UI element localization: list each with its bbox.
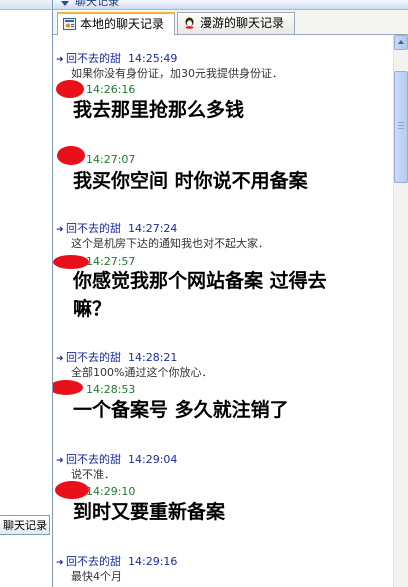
message-time: 14:26:16: [86, 83, 136, 96]
incoming-arrow-icon: ➜: [56, 225, 64, 235]
grip-line: [398, 128, 404, 129]
tab-local-history-label: 本地的聊天记录: [80, 17, 165, 31]
message-text: 最快4个月: [71, 570, 122, 583]
collapse-arrow-icon[interactable]: [61, 1, 69, 6]
redacted-name: [55, 481, 89, 499]
roaming-history-icon: [185, 17, 194, 29]
message-text: 说不准．: [71, 468, 115, 481]
incoming-arrow-icon: ➜: [56, 354, 64, 364]
message-time: 14:28:21: [128, 351, 178, 364]
message-time: 14:29:04: [128, 453, 178, 466]
sender-name: 回不去的甜: [66, 453, 121, 466]
incoming-arrow-icon: ➜: [56, 558, 64, 568]
qq-chat-history-window: 聊天记录 聊天记录 本地的聊天记录 漫游的聊天记录 ➜ 回不去的甜 14:25:…: [0, 0, 408, 587]
message-text: 你感觉我那个网站备案 过得去: [73, 270, 327, 292]
redacted-name: [53, 380, 83, 395]
local-history-icon: [63, 18, 76, 30]
message-text: 到时又要重新备案: [73, 501, 226, 523]
message-time: 14:27:57: [86, 255, 136, 268]
message-text-continued: 嘛？: [73, 298, 112, 320]
message-header: ➜ 回不去的甜 14:29:04: [56, 453, 177, 466]
message-time: 14:27:07: [86, 153, 136, 166]
message-header: ➜ 回不去的甜 14:28:21: [56, 351, 177, 364]
chat-history-button[interactable]: 聊天记录: [0, 515, 50, 535]
history-tabs: 本地的聊天记录 漫游的聊天记录: [53, 10, 408, 35]
message-header: ➜ 回不去的甜 14:25:49: [56, 52, 177, 65]
grip-line: [398, 125, 404, 126]
sender-name: 回不去的甜: [66, 351, 121, 364]
message-text: 我去那里抢那么多钱: [73, 99, 245, 121]
sender-name: 回不去的甜: [66, 222, 121, 235]
sender-name: 回不去的甜: [66, 52, 121, 65]
message-time: 14:29:10: [86, 485, 136, 498]
redacted-name: [57, 146, 85, 165]
tab-roaming-history-label: 漫游的聊天记录: [200, 16, 285, 30]
incoming-arrow-icon: ➜: [56, 55, 64, 65]
chat-log[interactable]: ➜ 回不去的甜 14:25:49 如果你没有身份证，加30元我提供身份证． 14:…: [53, 35, 393, 587]
message-time: 14:25:49: [128, 52, 178, 65]
message-text: 我买你空间 时你说不用备案: [73, 170, 308, 192]
scroll-thumb[interactable]: [394, 71, 408, 183]
incoming-arrow-icon: ➜: [56, 456, 64, 466]
panel-header[interactable]: 聊天记录: [53, 0, 408, 10]
tab-local-history[interactable]: 本地的聊天记录: [57, 12, 175, 35]
vertical-scrollbar[interactable]: [393, 35, 408, 587]
grip-line: [398, 122, 404, 123]
redacted-name: [53, 255, 89, 269]
message-time: 14:28:53: [86, 383, 136, 396]
message-text: 这个是机房下达的通知我也对不起大家．: [71, 237, 269, 250]
sender-name: 回不去的甜: [66, 555, 121, 568]
message-header: ➜ 回不去的甜 14:27:24: [56, 222, 177, 235]
redacted-name: [56, 80, 84, 98]
scroll-up-button[interactable]: [394, 35, 408, 50]
chat-history-panel: 聊天记录 本地的聊天记录 漫游的聊天记录 ➜ 回不去的甜 14:25:49 如果…: [53, 0, 408, 587]
tab-roaming-history[interactable]: 漫游的聊天记录: [177, 12, 295, 34]
message-time: 14:27:24: [128, 222, 178, 235]
message-header: ➜ 回不去的甜 14:29:16: [56, 555, 177, 568]
panel-title: 聊天记录: [75, 0, 119, 8]
message-text: 全部100%通过这个你放心．: [71, 366, 213, 379]
left-pane: 聊天记录: [0, 0, 53, 587]
left-pane-header: [0, 0, 52, 10]
message-text: 如果你没有身份证，加30元我提供身份证．: [71, 67, 283, 80]
message-text: 一个备案号 多久就注销了: [73, 399, 289, 421]
message-time: 14:29:16: [128, 555, 178, 568]
